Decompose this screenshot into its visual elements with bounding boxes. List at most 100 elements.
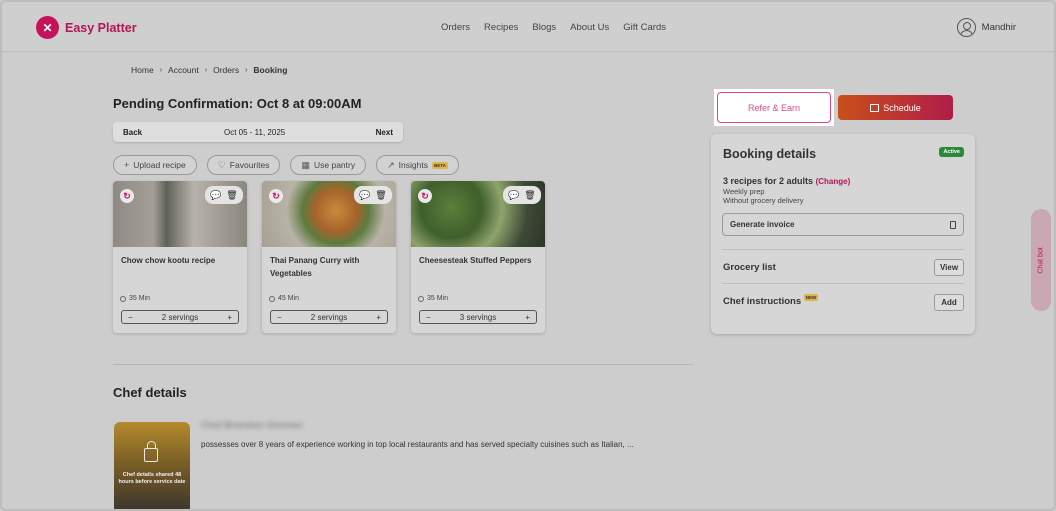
nav-gift-cards[interactable]: Gift Cards [623,22,666,33]
schedule-button[interactable]: Schedule [838,95,953,120]
week-range: Oct 05 - 11, 2025 [224,128,286,137]
user-avatar-icon [956,18,976,37]
add-instructions-button[interactable]: Add [934,294,964,311]
comment-icon[interactable]: 💬 [507,188,521,202]
favourites-label: Favourites [229,160,270,170]
grocery-list-label: Grocery list [723,262,776,273]
servings-value: 3 servings [459,312,497,322]
recipe-card[interactable]: ↻ 💬 🗑 Thai Panang Curry with Vegetables … [262,181,396,333]
insights-button[interactable]: ↗ Insights BETA [376,155,459,175]
favourites-button[interactable]: ♡ Favourites [206,155,281,175]
booking-recipes-count: 3 recipes for 2 adults [723,176,814,186]
recipe-time: 45 Min [269,295,299,302]
upload-recipe-button[interactable]: + Upload recipe [113,155,197,175]
increase-servings-button[interactable]: + [525,313,530,322]
comment-icon[interactable]: 💬 [209,188,223,202]
clock-icon [269,295,275,302]
chef-instructions-row: Chef instructions NEW [723,294,819,307]
decrease-servings-button[interactable]: − [277,313,282,322]
chef-instructions-label: Chef instructions [723,296,802,307]
card-actions: 💬 🗑 [354,186,392,204]
refer-earn-button[interactable]: Refer & Earn [717,92,831,123]
recipe-title[interactable]: Thai Panang Curry with Vegetables [270,254,390,280]
servings-stepper: − 2 servings + [270,310,388,324]
recipe-card[interactable]: ↻ 💬 🗑 Chow chow kootu recipe 35 Min − 2 … [113,181,247,333]
booking-plan: Weekly prep [723,187,765,196]
booking-delivery: Without grocery delivery [723,196,804,205]
brand-logo[interactable]: ✕ Easy Platter [36,16,137,39]
booking-divider [722,283,964,284]
nav-blogs[interactable]: Blogs [532,22,556,33]
recipe-time: 35 Min [120,295,150,302]
breadcrumb: Home › Account › Orders › Booking [131,65,287,75]
nav-about-us[interactable]: About Us [570,22,609,33]
chef-name: Chef Brandon Gorman [201,420,303,431]
recipe-time-value: 45 Min [278,295,300,302]
increase-servings-button[interactable]: + [227,313,232,322]
decrease-servings-button[interactable]: − [128,313,133,322]
trash-icon[interactable]: 🗑 [523,188,537,202]
swap-recipe-icon[interactable]: ↻ [269,189,283,203]
use-pantry-label: Use pantry [314,160,356,170]
swap-recipe-icon[interactable]: ↻ [120,189,134,203]
insights-label: Insights [398,160,428,170]
brand-name: Easy Platter [65,20,137,35]
recipe-filters: + Upload recipe ♡ Favourites ▦ Use pantr… [113,155,459,175]
beta-badge: BETA [431,161,448,169]
recipe-cards: ↻ 💬 🗑 Chow chow kootu recipe 35 Min − 2 … [113,181,545,333]
page-title: Pending Confirmation: Oct 8 at 09:00AM [113,96,362,111]
refer-earn-highlight: Refer & Earn [714,89,834,126]
use-pantry-button[interactable]: ▦ Use pantry [290,155,367,175]
week-next-button[interactable]: Next [376,128,393,137]
generate-invoice-button[interactable]: Generate invoice [722,213,964,236]
breadcrumb-home[interactable]: Home [131,65,154,75]
breadcrumb-orders[interactable]: Orders [213,65,239,75]
main-nav: Orders Recipes Blogs About Us Gift Cards [441,22,666,33]
clock-icon [120,295,126,302]
decrease-servings-button[interactable]: − [426,313,431,322]
app-frame: ✕ Easy Platter Orders Recipes Blogs Abou… [0,0,1056,511]
recipe-image: ↻ 💬 🗑 [262,181,396,247]
pantry-icon: ▦ [301,159,310,170]
chef-bio: possesses over 8 years of experience wor… [201,440,634,449]
card-actions: 💬 🗑 [503,186,541,204]
booking-summary: 3 recipes for 2 adults (Change) [723,176,850,186]
booking-title: Booking details [723,147,817,161]
trash-icon[interactable]: 🗑 [374,188,388,202]
recipe-time-value: 35 Min [129,295,151,302]
generate-invoice-label: Generate invoice [730,220,795,229]
card-actions: 💬 🗑 [205,186,243,204]
trend-icon: ↗ [387,159,395,170]
servings-stepper: − 2 servings + [121,310,239,324]
recipe-card[interactable]: ↻ 💬 🗑 Cheesesteak Stuffed Peppers 35 Min… [411,181,545,333]
recipe-time-value: 35 Min [427,295,449,302]
booking-details-panel: Booking details Active 3 recipes for 2 a… [711,134,975,334]
servings-stepper: − 3 servings + [419,310,537,324]
recipe-image: ↻ 💬 🗑 [113,181,247,247]
change-booking-link[interactable]: (Change) [816,177,851,186]
calendar-icon [870,103,880,112]
recipe-title[interactable]: Cheesesteak Stuffed Peppers [419,254,539,267]
swap-recipe-icon[interactable]: ↻ [418,189,432,203]
plus-icon: + [124,160,130,170]
chat-bot-tab[interactable]: Chat bot [1031,209,1051,311]
user-menu[interactable]: Mandhir [956,18,1016,37]
nav-recipes[interactable]: Recipes [484,22,518,33]
comment-icon[interactable]: 💬 [358,188,372,202]
breadcrumb-account[interactable]: Account [168,65,199,75]
week-back-button[interactable]: Back [123,128,142,137]
servings-value: 2 servings [161,312,199,322]
document-icon [950,220,956,229]
recipe-title[interactable]: Chow chow kootu recipe [121,254,241,267]
trash-icon[interactable]: 🗑 [225,188,239,202]
status-badge: Active [939,147,964,157]
chef-photo: Chef details shared 48 hours before serv… [114,422,190,509]
clock-icon [418,295,424,302]
recipe-time: 35 Min [418,295,448,302]
top-header: ✕ Easy Platter Orders Recipes Blogs Abou… [2,2,1054,52]
increase-servings-button[interactable]: + [376,313,381,322]
nav-orders[interactable]: Orders [441,22,470,33]
view-grocery-button[interactable]: View [934,259,964,276]
chat-bot-label: Chat bot [1037,246,1045,274]
breadcrumb-booking: Booking [253,65,288,75]
